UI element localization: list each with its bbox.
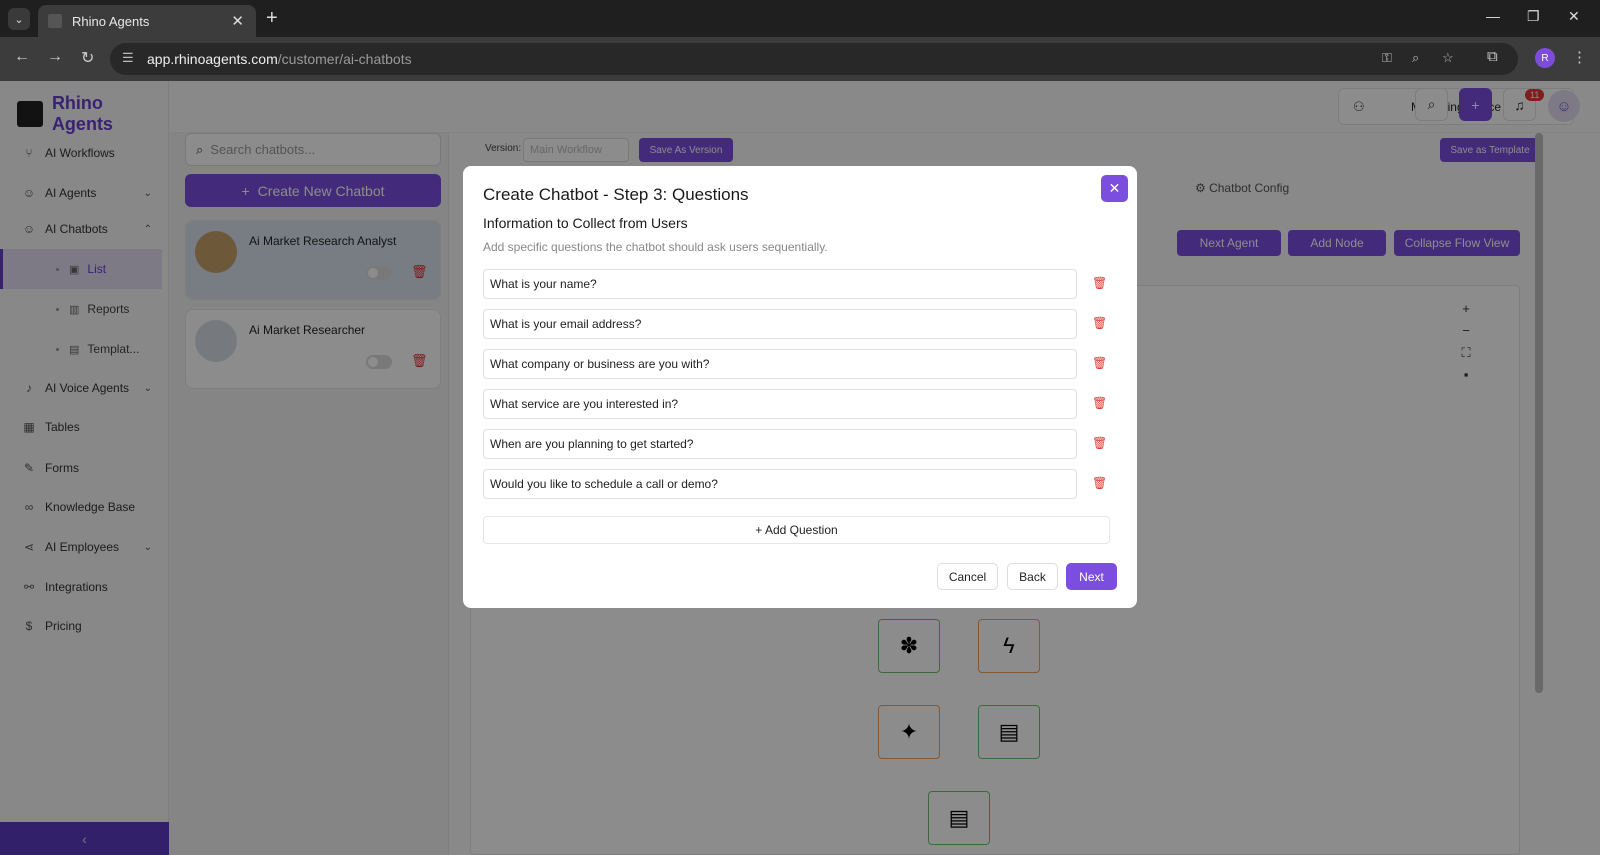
trash-icon[interactable]: 🗑	[1092, 476, 1107, 490]
trash-icon[interactable]: 🗑	[1092, 436, 1107, 450]
question-input[interactable]	[483, 469, 1077, 499]
password-key-icon[interactable]: ⚿	[1382, 50, 1392, 66]
question-input[interactable]	[483, 349, 1077, 379]
browser-tab-strip: ⌄ Rhino Agents ✕ + — ❐ ✕	[0, 0, 1600, 37]
url-host: app.rhinoagents.com	[147, 51, 278, 67]
site-info-icon[interactable]: ☰	[122, 50, 134, 66]
tab-search-button[interactable]: ⌄	[8, 8, 30, 30]
modal-close-button[interactable]: ✕	[1101, 175, 1128, 202]
trash-icon[interactable]: 🗑	[1092, 356, 1107, 370]
bookmark-star-icon[interactable]: ☆	[1442, 50, 1454, 66]
question-input[interactable]	[483, 389, 1077, 419]
reload-icon[interactable]: ↻	[81, 48, 94, 68]
restore-icon[interactable]: ❐	[1527, 8, 1540, 25]
zoom-icon[interactable]: ⌕	[1412, 50, 1419, 66]
tab-title: Rhino Agents	[72, 13, 150, 29]
back-arrow-icon[interactable]: ←	[14, 48, 30, 66]
trash-icon[interactable]: 🗑	[1092, 396, 1107, 410]
url-path: /customer/ai-chatbots	[277, 51, 412, 67]
add-question-button[interactable]: + Add Question	[483, 516, 1110, 544]
cancel-button[interactable]: Cancel	[937, 563, 998, 590]
extensions-icon[interactable]: ⧉	[1487, 48, 1498, 65]
question-input[interactable]	[483, 269, 1077, 299]
modal-description: Add specific questions the chatbot shoul…	[483, 240, 828, 254]
browser-profile-avatar[interactable]: R	[1535, 48, 1555, 68]
new-tab-button[interactable]: +	[266, 7, 278, 30]
trash-icon[interactable]: 🗑	[1092, 276, 1107, 290]
tab-close-icon[interactable]: ✕	[231, 12, 244, 30]
close-icon: ✕	[1108, 180, 1121, 196]
forward-arrow-icon[interactable]: →	[47, 48, 63, 66]
browser-toolbar: ← → ↻ ☰ app.rhinoagents.com/customer/ai-…	[0, 37, 1600, 81]
minimize-icon[interactable]: —	[1486, 8, 1500, 24]
modal-subtitle: Information to Collect from Users	[483, 215, 688, 231]
next-button[interactable]: Next	[1066, 563, 1117, 590]
trash-icon[interactable]: 🗑	[1092, 316, 1107, 330]
question-input[interactable]	[483, 309, 1077, 339]
browser-menu-icon[interactable]: ⋮	[1572, 48, 1587, 66]
modal-title: Create Chatbot - Step 3: Questions	[483, 185, 749, 204]
window-close-icon[interactable]: ✕	[1568, 8, 1580, 25]
address-bar[interactable]: ☰ app.rhinoagents.com/customer/ai-chatbo…	[110, 43, 1518, 75]
browser-tab[interactable]: Rhino Agents ✕	[38, 5, 256, 37]
question-input[interactable]	[483, 429, 1077, 459]
site-favicon-icon	[48, 14, 62, 28]
back-button[interactable]: Back	[1007, 563, 1058, 590]
